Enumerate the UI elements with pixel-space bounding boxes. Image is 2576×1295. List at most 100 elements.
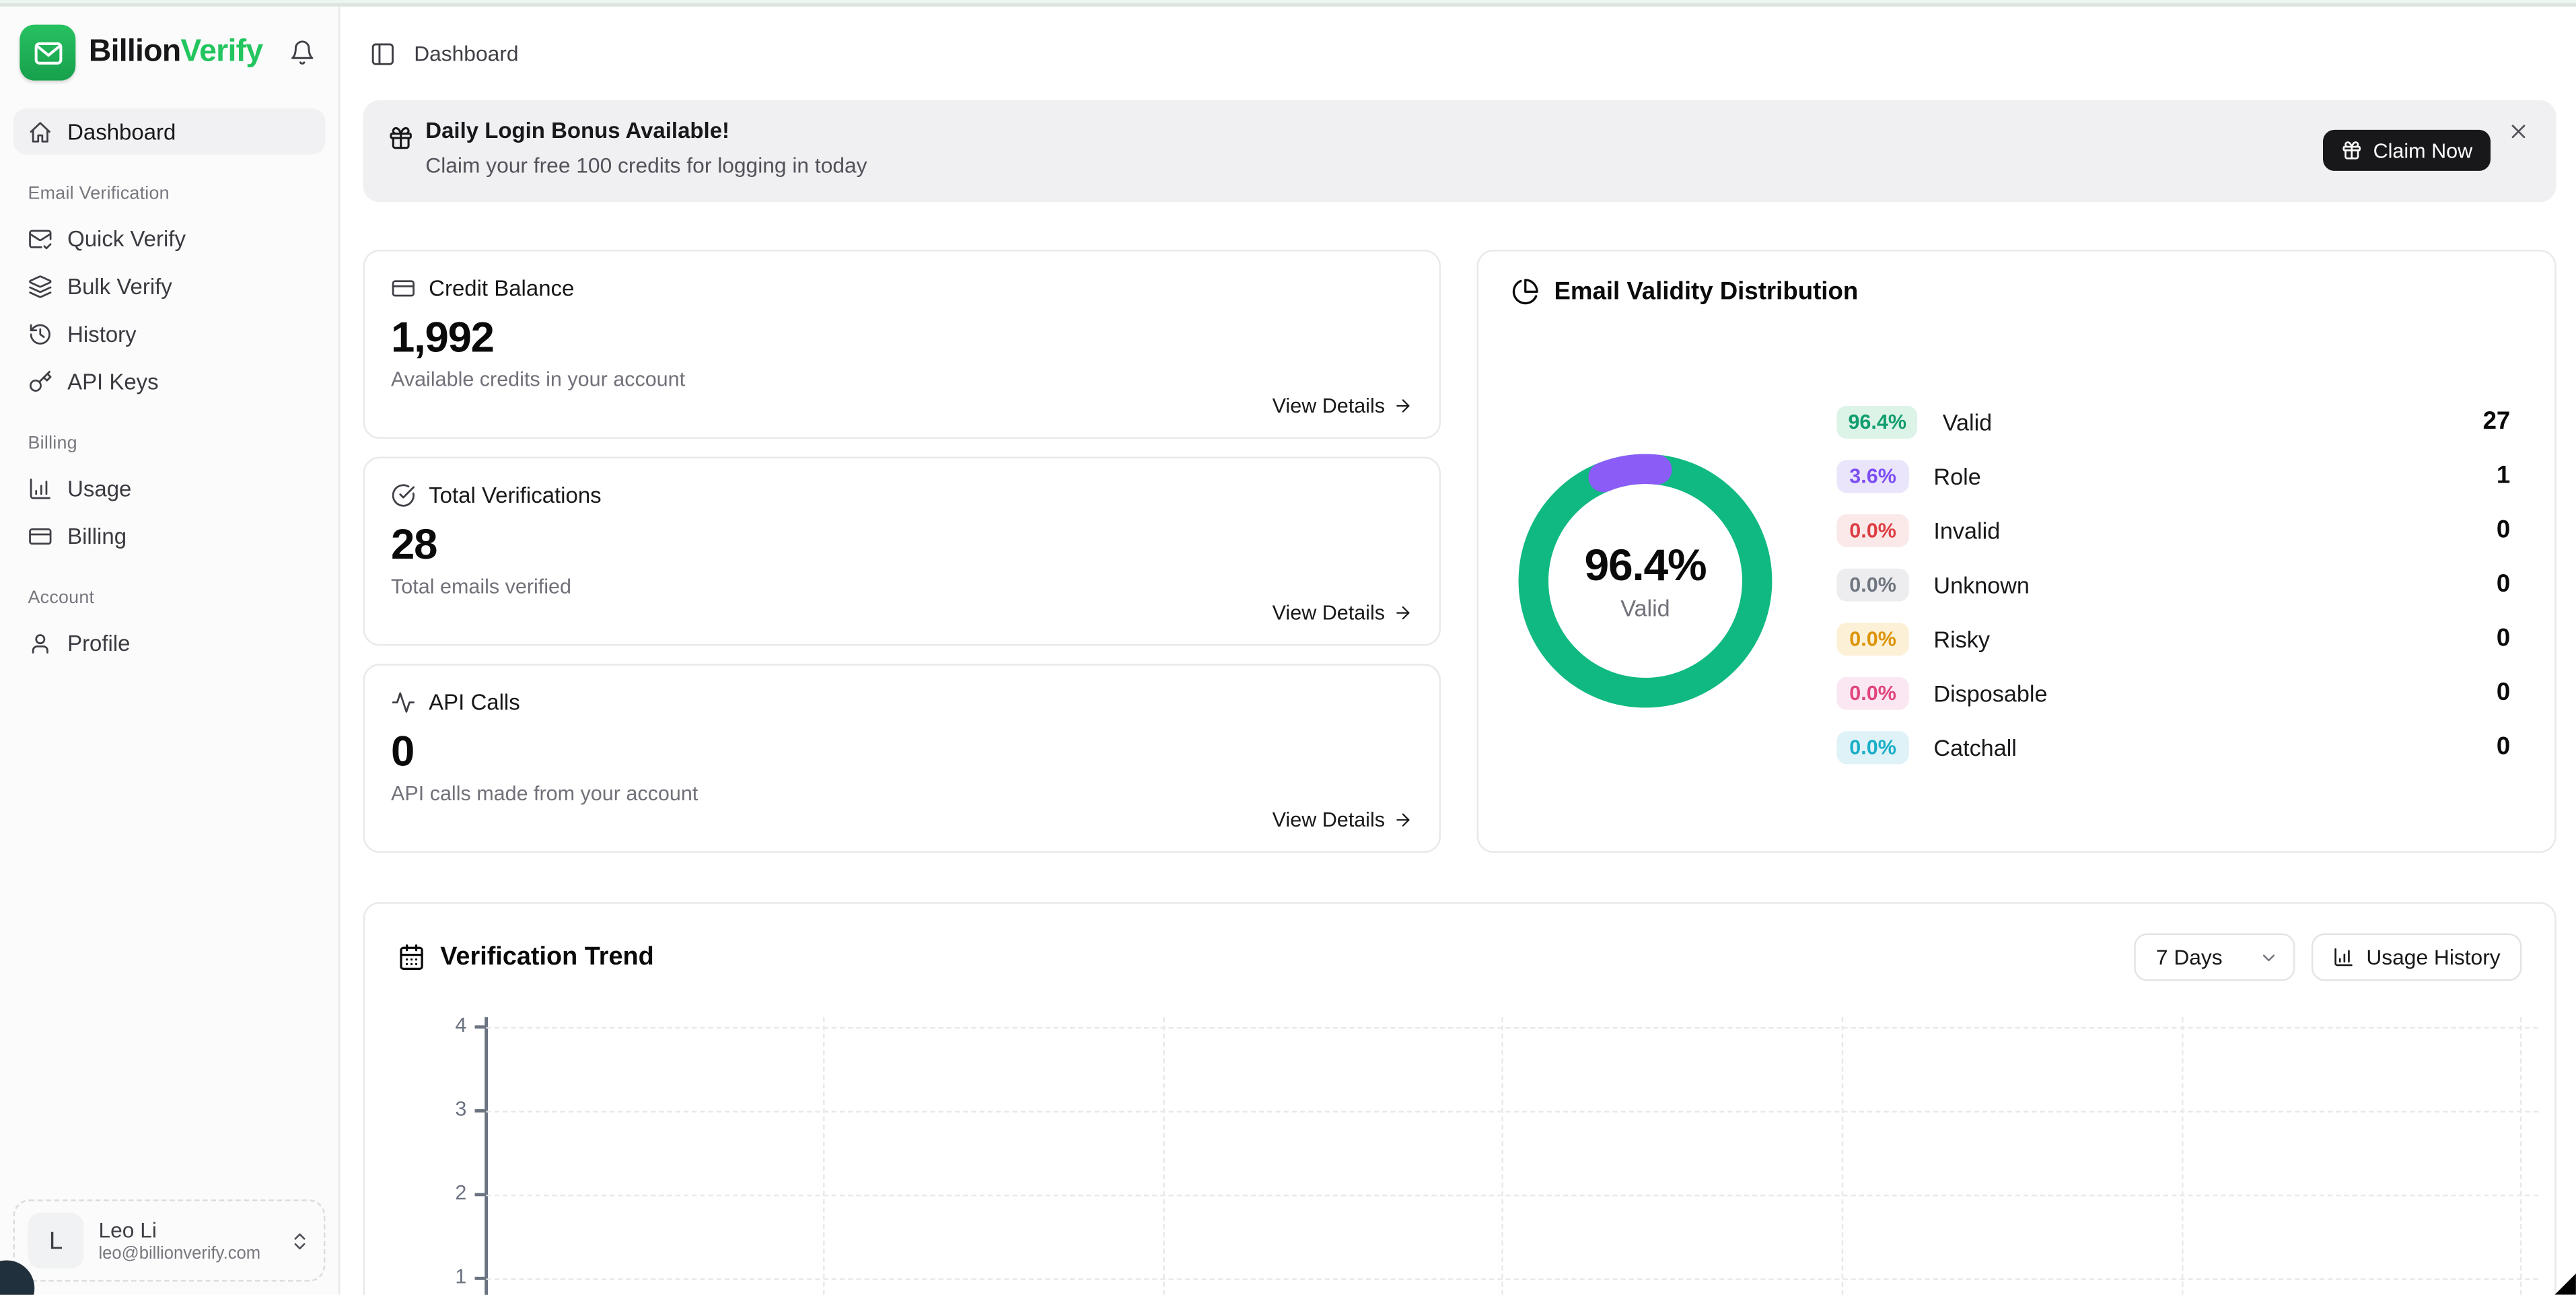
legend-count: 0 — [2497, 570, 2510, 598]
h-gridline — [487, 1195, 2538, 1196]
legend-label: Valid — [1943, 409, 1992, 435]
legend-row-role: 3.6% Role 1 — [1836, 458, 2510, 493]
banner-subtitle: Claim your free 100 credits for logging … — [425, 153, 867, 178]
sidebar-item-label: Dashboard — [67, 119, 176, 144]
billionverify-dashboard: BillionVerify DashboardEmail Verificatio… — [0, 0, 2576, 1295]
donut-center-percent: 96.4% — [1585, 540, 1707, 592]
sidebar-item-profile[interactable]: Profile — [13, 619, 326, 665]
legend-percent-badge: 0.0% — [1836, 676, 1908, 709]
sidebar: BillionVerify DashboardEmail Verificatio… — [0, 7, 340, 1295]
user-email: leo@billionverify.com — [98, 1244, 260, 1263]
breadcrumb-bar: Dashboard — [363, 7, 2556, 100]
sidebar-item-history[interactable]: History — [13, 310, 326, 356]
donut-center-label: Valid — [1620, 595, 1670, 621]
view-details-link[interactable]: View Details — [1273, 808, 1413, 831]
validity-legend: 96.4% Valid 27 3.6% Role 1 0.0% Invalid 0 0.0% Unk… — [1836, 405, 2510, 784]
legend-count: 27 — [2483, 407, 2511, 435]
sidebar-section-label: Account — [28, 588, 311, 608]
view-details-link[interactable]: View Details — [1273, 602, 1413, 625]
legend-label: Disposable — [1933, 679, 2047, 705]
stat-card-title: API Calls — [429, 690, 520, 715]
legend-percent-badge: 96.4% — [1836, 405, 1918, 438]
validity-donut-chart: 96.4% Valid — [1511, 447, 1779, 715]
sidebar-item-dashboard[interactable]: Dashboard — [13, 108, 326, 154]
stat-card-value: 1,992 — [391, 312, 1412, 363]
sidebar-item-label: Profile — [67, 630, 130, 655]
credit-card-icon — [28, 524, 53, 549]
legend-label: Risky — [1933, 625, 1990, 652]
email-validity-distribution-card: Email Validity Distribution 96.4% Valid … — [1477, 250, 2556, 853]
legend-label: Role — [1933, 462, 1980, 489]
sidebar-item-label: History — [67, 321, 137, 346]
v-gridline — [1163, 1017, 1164, 1295]
legend-row-invalid: 0.0% Invalid 0 — [1836, 513, 2510, 547]
user-menu[interactable]: L Leo Li leo@billionverify.com — [13, 1199, 326, 1282]
view-details-link[interactable]: View Details — [1273, 394, 1413, 417]
top-accent-strip — [0, 0, 2576, 7]
stat-card-title: Total Verifications — [429, 483, 601, 508]
y-tick-mark — [475, 1277, 485, 1280]
legend-percent-badge: 0.0% — [1836, 567, 1908, 600]
history-icon — [28, 321, 53, 346]
arrow-right-icon — [1393, 810, 1412, 830]
sidebar-item-label: Usage — [67, 476, 131, 501]
user-name: Leo Li — [98, 1218, 260, 1242]
trend-chart-area: 4321 — [365, 904, 2554, 1295]
legend-percent-badge: 3.6% — [1836, 459, 1908, 492]
stat-card-caption: Available credits in your account — [391, 368, 1412, 391]
sidebar-item-usage[interactable]: Usage — [13, 465, 326, 511]
sidebar-section-label: Email Verification — [28, 184, 311, 203]
close-icon[interactable] — [2504, 116, 2534, 146]
legend-label: Unknown — [1933, 571, 2030, 597]
v-gridline — [823, 1017, 824, 1295]
user-icon — [28, 630, 53, 655]
sidebar-toggle-icon[interactable] — [369, 40, 396, 67]
brand-name-black: Billion — [89, 34, 181, 69]
y-tick-label: 2 — [417, 1181, 466, 1204]
claim-now-label: Claim Now — [2373, 139, 2473, 162]
y-tick-label: 1 — [417, 1265, 466, 1288]
legend-count: 0 — [2497, 733, 2510, 761]
sidebar-item-bulk-verify[interactable]: Bulk Verify — [13, 263, 326, 309]
logo-envelope-icon — [20, 25, 75, 81]
stat-card-api-calls: API Calls 0 API calls made from your accou… — [363, 664, 1441, 853]
stat-card-caption: Total emails verified — [391, 575, 1412, 598]
y-tick-mark — [475, 1193, 485, 1195]
v-gridline — [1501, 1017, 1503, 1295]
key-icon — [28, 369, 53, 394]
stat-card-value: 0 — [391, 726, 1412, 777]
legend-count: 1 — [2497, 462, 2510, 490]
legend-count: 0 — [2497, 516, 2510, 545]
arrow-right-icon — [1393, 396, 1412, 415]
pie-chart-icon — [1511, 278, 1540, 306]
stat-card-caption: API calls made from your account — [391, 782, 1412, 805]
claim-now-button[interactable]: Claim Now — [2322, 130, 2491, 171]
stat-card-title: Credit Balance — [429, 276, 574, 301]
main-content: Dashboard Daily Login Bonus Available! C… — [340, 7, 2576, 1295]
legend-count: 0 — [2497, 678, 2510, 707]
legend-row-catchall: 0.0%Catchall0 — [1836, 730, 2510, 764]
stat-cards-column: Credit Balance 1,992 Available credits in … — [363, 250, 1441, 853]
legend-label: Invalid — [1933, 517, 2000, 543]
v-gridline — [1842, 1017, 1843, 1295]
distribution-title: Email Validity Distribution — [1554, 278, 1858, 306]
legend-row-disposable: 0.0% Disposable 0 — [1836, 675, 2510, 709]
sidebar-section-label: Billing — [28, 434, 311, 454]
y-tick-mark — [475, 1025, 485, 1028]
stat-card-credit-balance: Credit Balance 1,992 Available credits in … — [363, 250, 1441, 439]
v-gridline — [2520, 1017, 2521, 1295]
sidebar-item-billing[interactable]: Billing — [13, 513, 326, 559]
sidebar-item-api-keys[interactable]: API Keys — [13, 358, 326, 404]
sidebar-item-quick-verify[interactable]: Quick Verify — [13, 215, 326, 261]
legend-percent-badge: 0.0% — [1836, 514, 1908, 547]
y-tick-mark — [475, 1109, 485, 1112]
v-gridline — [2182, 1017, 2183, 1295]
house-icon — [28, 119, 53, 144]
stat-card-value: 28 — [391, 519, 1412, 570]
legend-row-valid: 96.4% Valid 27 — [1836, 405, 2510, 439]
legend-row-unknown: 0.0% Unknown 0 — [1836, 567, 2510, 601]
verification-trend-card: Verification Trend 7 Days — [363, 902, 2556, 1294]
sidebar-item-label: Bulk Verify — [67, 273, 172, 298]
y-axis — [485, 1017, 487, 1295]
notifications-bell-icon[interactable] — [286, 36, 319, 69]
